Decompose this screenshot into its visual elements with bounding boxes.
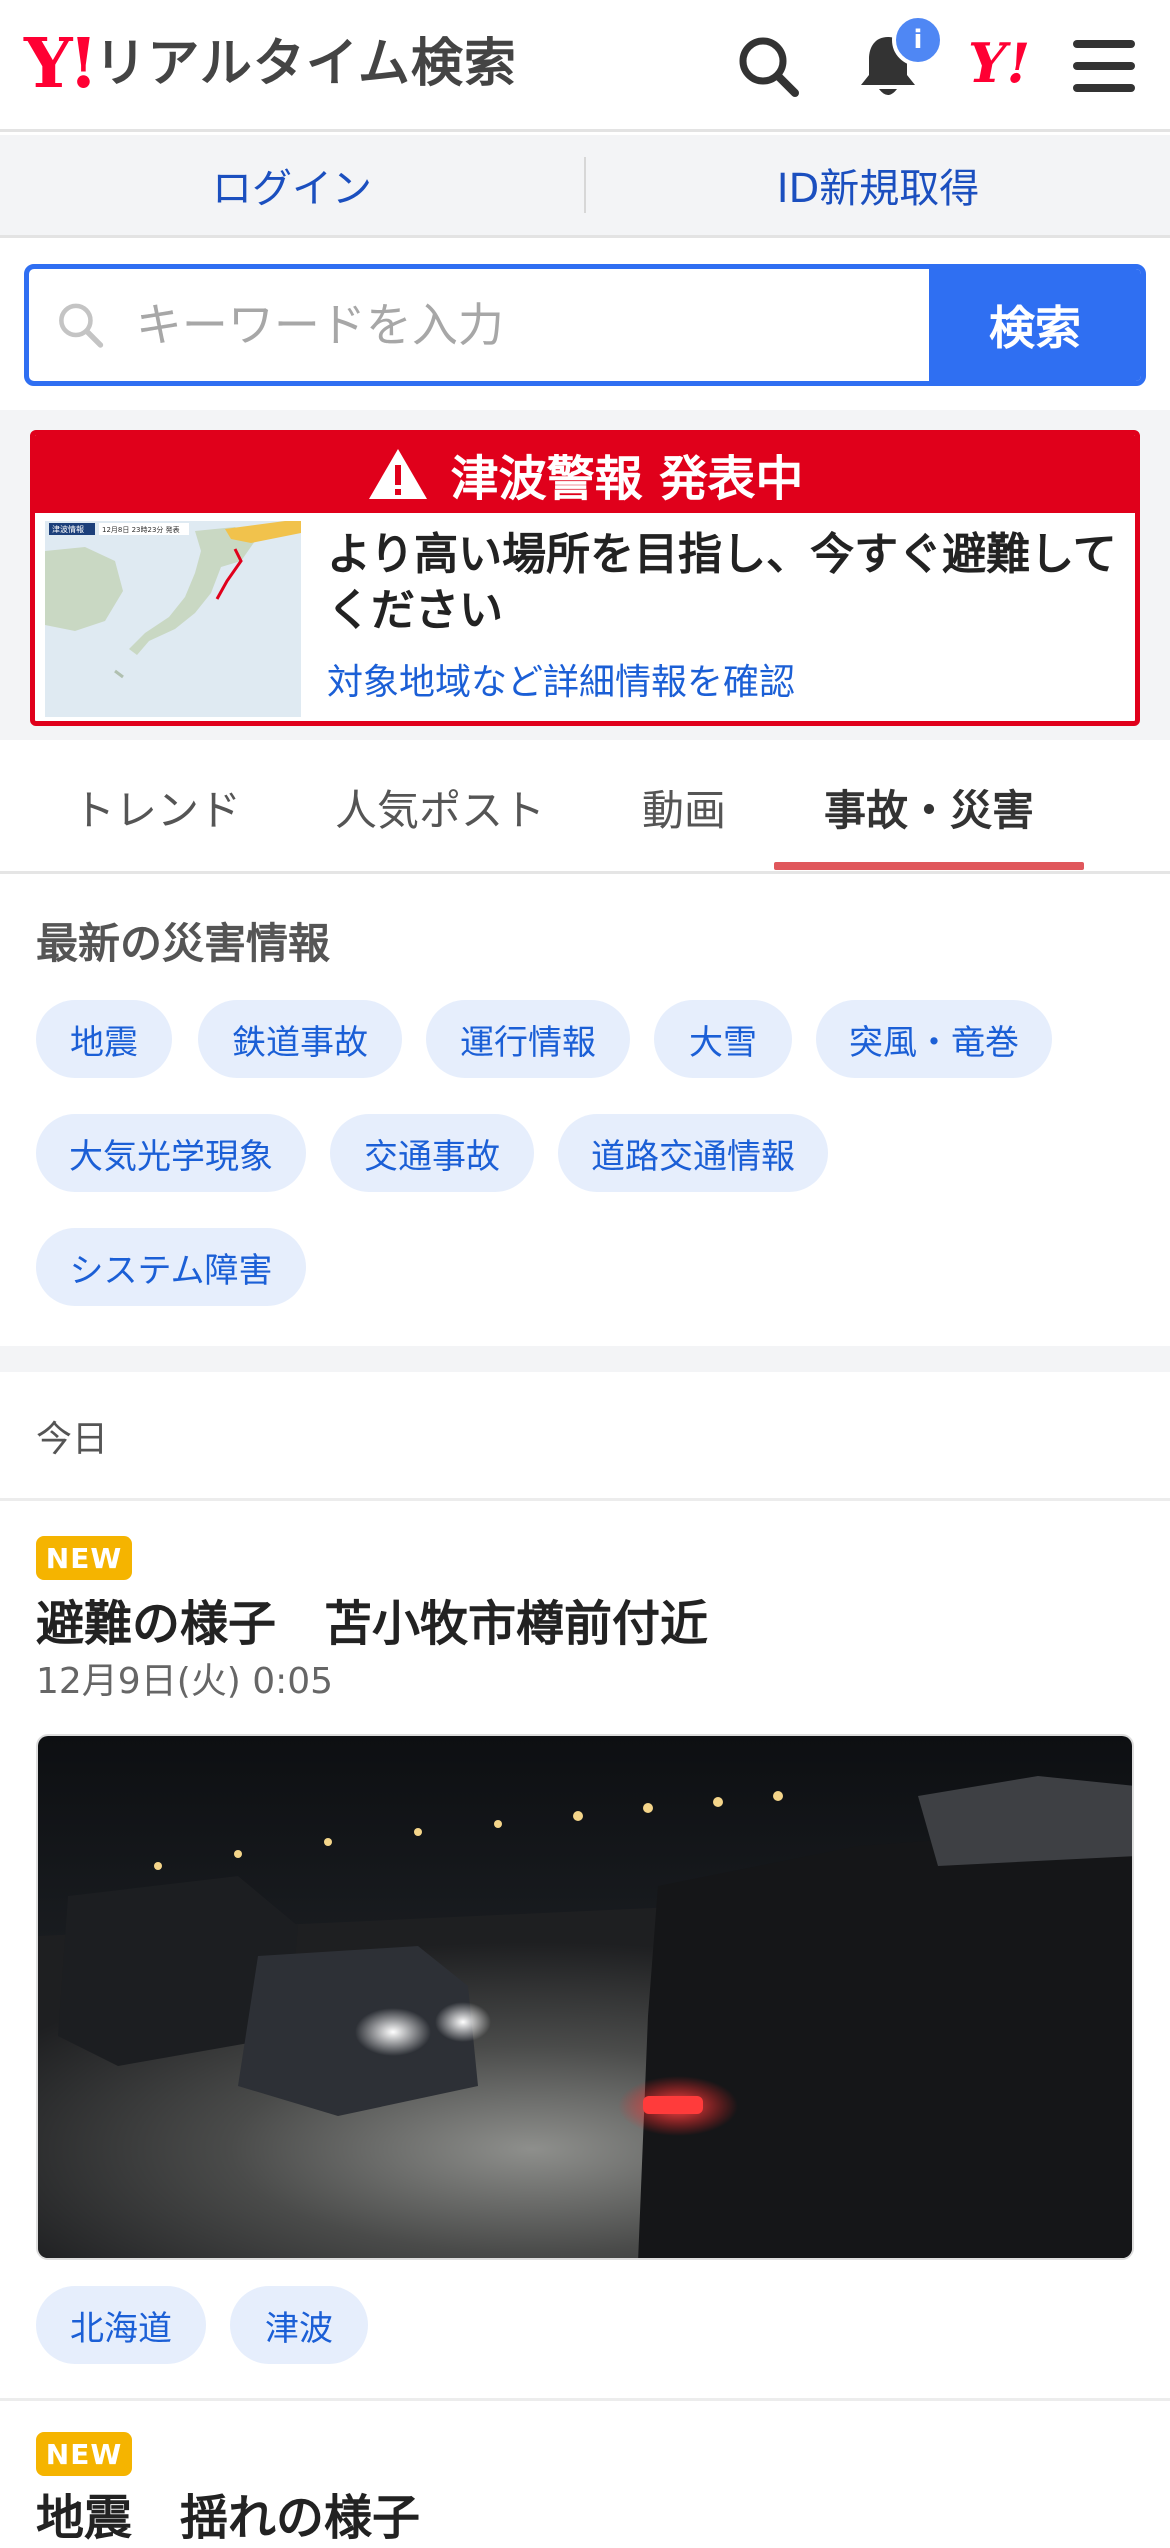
tsunami-map[interactable]: 津波情報 12月8日 23時23分 発表 xyxy=(45,521,301,717)
map-caption: 津波情報 xyxy=(52,524,84,534)
alert-header: 津波警報 発表中 xyxy=(35,435,1135,513)
search-input[interactable] xyxy=(133,297,929,353)
yahoo-japan-icon[interactable]: Y! xyxy=(968,36,1030,90)
chip-atmospheric-optics[interactable]: 大気光学現象 xyxy=(36,1114,306,1192)
new-badge: NEW xyxy=(36,2432,132,2476)
login-bar: ログイン ID新規取得 xyxy=(0,135,1170,238)
section-separator xyxy=(0,1346,1170,1372)
search-field-icon xyxy=(59,303,104,348)
chip-traffic-accident[interactable]: 交通事故 xyxy=(330,1114,534,1192)
chip-heavy-snow[interactable]: 大雪 xyxy=(654,1000,792,1078)
disaster-section-title: 最新の災害情報 xyxy=(36,919,331,968)
search-box: 検索 xyxy=(24,264,1146,386)
post-title[interactable]: 地震 揺れの様子 xyxy=(36,2478,420,2548)
divider xyxy=(0,1498,1170,1501)
tag-hokkaido[interactable]: 北海道 xyxy=(36,2286,206,2364)
login-link[interactable]: ログイン xyxy=(0,135,584,235)
search-field[interactable] xyxy=(29,269,929,381)
logo-mark: Y! xyxy=(24,24,98,104)
category-tabs: トレンド 人気ポスト 動画 事故・災害 xyxy=(0,740,1170,874)
map-time: 12月8日 23時23分 発表 xyxy=(102,525,180,534)
search-button[interactable]: 検索 xyxy=(929,269,1141,381)
alert-detail-link[interactable]: 対象地域など詳細情報を確認 xyxy=(327,653,795,705)
chip-earthquake[interactable]: 地震 xyxy=(36,1000,172,1078)
notification-badge: i xyxy=(892,14,944,66)
tab-popular-posts[interactable]: 人気ポスト xyxy=(310,740,570,874)
post-title[interactable]: 避難の様子 苫小牧市樽前付近 xyxy=(36,1584,708,1654)
tab-accident-disaster[interactable]: 事故・災害 xyxy=(774,740,1084,874)
day-label: 今日 xyxy=(36,1419,109,1460)
chip-system-failure[interactable]: システム障害 xyxy=(36,1228,306,1306)
post-date: 12月9日(火) 0:05 xyxy=(36,1661,334,1702)
divider xyxy=(0,2398,1170,2401)
register-link[interactable]: ID新規取得 xyxy=(586,135,1170,235)
tab-video[interactable]: 動画 xyxy=(600,740,768,874)
tag-tsunami[interactable]: 津波 xyxy=(230,2286,368,2364)
new-badge: NEW xyxy=(36,1536,132,1580)
active-tab-indicator xyxy=(774,862,1084,870)
warning-icon xyxy=(368,449,427,499)
chip-gust-tornado[interactable]: 突風・竜巻 xyxy=(816,1000,1052,1078)
post-video-thumbnail[interactable] xyxy=(36,1734,1134,2260)
alert-message: より高い場所を目指し、今すぐ避難してください xyxy=(327,529,1117,636)
yahoo-realtime-logo[interactable]: Y! リアルタイム検索 xyxy=(24,28,517,100)
tab-trend[interactable]: トレンド xyxy=(36,740,278,874)
chip-road-traffic-info[interactable]: 道路交通情報 xyxy=(558,1114,828,1192)
chip-railway-accident[interactable]: 鉄道事故 xyxy=(198,1000,402,1078)
alert-title: 津波警報 発表中 xyxy=(450,451,804,507)
tsunami-alert-card[interactable]: 津波警報 発表中 津波情報 12月8日 23時23分 発表 より高い場所を目指し… xyxy=(30,430,1140,726)
logo-text: リアルタイム検索 xyxy=(94,34,517,94)
app-header: Y! リアルタイム検索 i Y! xyxy=(0,0,1170,132)
chip-service-info[interactable]: 運行情報 xyxy=(426,1000,630,1078)
menu-icon[interactable] xyxy=(1064,26,1144,106)
search-icon[interactable] xyxy=(728,26,808,106)
